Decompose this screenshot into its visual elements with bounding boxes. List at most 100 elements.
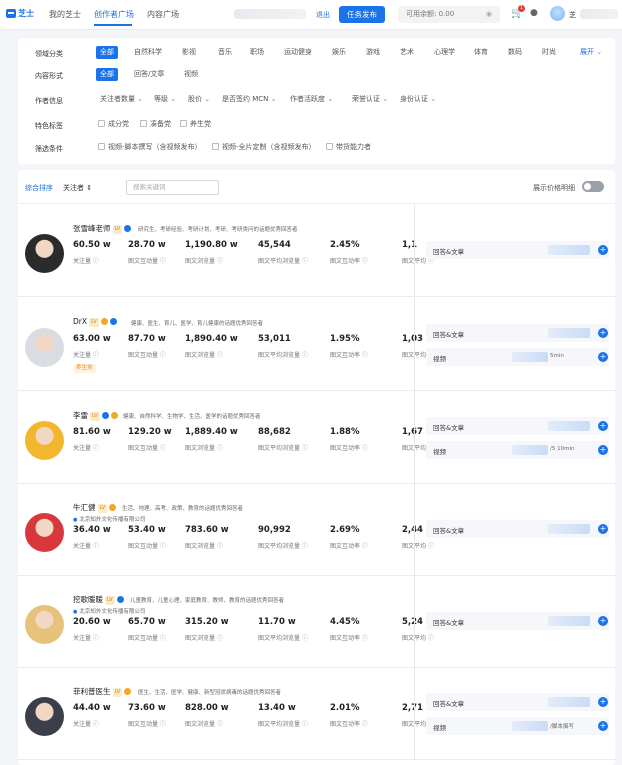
task-publish-button[interactable]: 任务发布 [339,6,385,23]
stat-value: 1,890.40 w [185,334,238,344]
dropdown-level[interactable]: 等级 [150,93,180,106]
creator-row[interactable]: 牛汇健LV 生活、地理、高考、政策、教育的话题优秀回答者北京知外文化传播有限公司 3… [18,483,615,576]
chip-domain[interactable]: 时尚 [538,46,560,59]
add-icon[interactable]: + [598,524,608,534]
add-icon[interactable]: + [598,721,608,731]
user-avatar[interactable] [550,6,565,21]
nav-creator-plaza[interactable]: 创作者广场 [94,9,134,20]
eye-icon[interactable]: ◉ [486,6,492,23]
service-item[interactable]: 视频/脚本撰写 + [426,717,609,735]
creator-row[interactable]: 挖歌暖暖LV 儿童教育、儿童心理、家庭教育、教师、教育的话题优秀回答者北京知外文化… [18,575,615,668]
checkbox-condition[interactable]: 视频-全片定制（含视频发布） [208,141,320,154]
level-badge: LV [90,412,100,421]
service-item[interactable]: 回答&文章 + [426,241,609,259]
logout-link[interactable]: 退出 [316,10,330,20]
chip-domain[interactable]: 影视 [178,46,200,59]
chip-domain[interactable]: 娱乐 [328,46,350,59]
creator-name[interactable]: 菲利普医生 LV [73,686,132,697]
add-icon[interactable]: + [598,616,608,626]
dropdown-followers[interactable]: 关注者数量 [96,93,147,106]
service-note: /脚本撰写 [550,724,574,730]
creator-row[interactable]: 李雷LV 健康、自然科学、生物学、生活、医学的话题优秀回答者 81.60 w 关注量 1… [18,391,615,484]
add-icon[interactable]: + [598,697,608,707]
sort-default[interactable]: 综合排序 [25,183,53,193]
verified-icon [109,504,117,511]
chip-domain[interactable]: 心理学 [430,46,459,59]
chip-domain[interactable]: 艺术 [396,46,418,59]
chip-all[interactable]: 全部 [96,68,118,81]
service-item[interactable]: 视频/5 10min + [426,441,609,459]
avatar[interactable] [25,328,64,367]
chip-domain[interactable]: 自然科学 [130,46,166,59]
creator-name[interactable]: DrX LV [73,317,117,327]
chip-domain[interactable]: 运动健身 [280,46,316,59]
search-input[interactable]: 搜索关键词 [126,180,219,195]
checkbox-condition[interactable]: 带货能力者 [322,141,375,154]
stat-label: 图文平均浏览量 [258,350,308,359]
service-item[interactable]: 回答&文章 + [426,324,609,342]
verified-icon [100,318,108,325]
logo[interactable]: 芝士 [6,8,34,19]
chip-domain[interactable]: 体育 [470,46,492,59]
stat-value: 129.20 w [128,427,172,437]
creator-name[interactable]: 挖歌暖暖 LV [73,594,124,605]
service-label: 回答&文章 [433,700,465,708]
creator-name[interactable]: 张雪峰老师 LV [73,223,132,234]
avatar[interactable] [25,513,64,552]
avatar[interactable] [25,697,64,736]
service-item[interactable]: 视频 5min + [426,348,609,366]
stat-label: 图文平均浏览量 [258,719,308,728]
column-divider [414,667,415,759]
stat-label: 关注量 [73,541,99,550]
price-toggle[interactable] [582,181,604,192]
expand-button[interactable]: 展开 [576,46,606,59]
dropdown-identity[interactable]: 身份认证 [396,93,440,106]
creator-name[interactable]: 李雷 LV [73,410,118,421]
service-item[interactable]: 回答&文章 + [426,417,609,435]
checkbox-tag[interactable]: 养生党 [176,118,215,131]
stat-value: 5,24 [402,617,423,627]
dropdown-mcn[interactable]: 是否签约 MCN [218,93,280,106]
chip-domain[interactable]: 音乐 [214,46,236,59]
dropdown-activity[interactable]: 作者活跃度 [286,93,337,106]
dropdown-price[interactable]: 股价 [184,93,214,106]
service-item[interactable]: 回答&文章 + [426,612,609,630]
chip-all[interactable]: 全部 [96,46,118,59]
stat-label: 图文互动量 [128,443,166,452]
nav-my-zhishi[interactable]: 我的芝士 [49,9,81,20]
creator-list: 综合排序 关注者 ⇕ 搜索关键词 展示价格明细 张雪峰老师 LV 研究生、考研经验、… [18,170,615,765]
top-bar: 芝士 我的芝士 创作者广场 内容广场 退出 任务发布 可用余额: 0.00 ◉ 🛒… [0,0,622,30]
nav-content-plaza[interactable]: 内容广场 [147,9,179,20]
avatar[interactable] [25,234,64,273]
avatar[interactable] [25,605,64,644]
price-toggle-label: 展示价格明细 [533,184,575,192]
add-icon[interactable]: + [598,328,608,338]
creator-row[interactable]: 张雪峰老师 LV 研究生、考研经验、考研计划、考研、考研类问的话题优秀回答者 60.5… [18,204,615,297]
blurred-username [580,9,618,19]
add-icon[interactable]: + [598,245,608,255]
stat-label: 图文互动量 [128,719,166,728]
add-icon[interactable]: + [598,445,608,455]
chip-domain[interactable]: 数码 [504,46,526,59]
stat-label: 图文浏览量 [185,719,223,728]
sort-followers[interactable]: 关注者 ⇕ [63,183,92,193]
add-icon[interactable]: + [598,421,608,431]
creator-row[interactable]: DrXLV 健康、医生、育儿、医学、育儿健康的话题优秀回答者 63.00 w 关注量 8… [18,298,615,391]
message-icon[interactable]: ● [530,8,538,18]
dropdown-honor[interactable]: 荣誉认证 [348,93,392,106]
chip-format[interactable]: 视频 [180,68,202,81]
creator-row[interactable]: 菲利普医生 LV 医生、生活、医学、健康、新型冠状病毒的话题优秀回答者 44.40 w… [18,667,615,760]
checkbox-tag[interactable]: 成分党 [94,118,133,131]
filter-label: 领域分类 [35,50,63,58]
chip-format[interactable]: 回答/文章 [130,68,168,81]
avatar[interactable] [25,421,64,460]
creator-name[interactable]: 牛汇健 LV [73,502,117,513]
checkbox-tag[interactable]: 凑备党 [136,118,175,131]
add-icon[interactable]: + [598,352,608,362]
chip-domain[interactable]: 职场 [246,46,268,59]
service-item[interactable]: 回答&文章 + [426,693,609,711]
chip-domain[interactable]: 游戏 [362,46,384,59]
checkbox-condition[interactable]: 视频-脚本撰写（含视频发布） [94,141,206,154]
service-item[interactable]: 回答&文章 + [426,520,609,538]
user-name[interactable]: 芝 [569,10,576,20]
